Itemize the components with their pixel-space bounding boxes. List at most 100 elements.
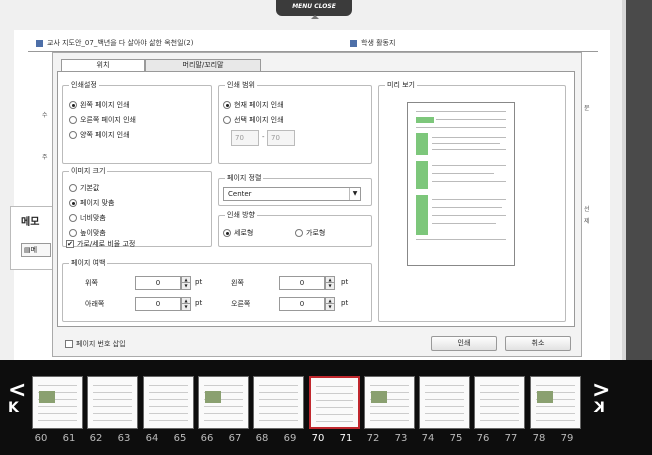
print-button[interactable]: 인쇄 bbox=[431, 336, 497, 351]
page-thumbnail[interactable] bbox=[530, 376, 581, 429]
background-side-mark: 선 bbox=[584, 206, 590, 213]
page-thumbnail[interactable] bbox=[474, 376, 525, 429]
print-range-legend: 인쇄 범위 bbox=[225, 80, 257, 90]
chevron-down-icon[interactable]: ▼ bbox=[349, 188, 360, 200]
cancel-button[interactable]: 취소 bbox=[505, 336, 571, 351]
radio-label: 선택 페이지 인쇄 bbox=[234, 116, 284, 124]
radio-label: 세로형 bbox=[234, 229, 254, 237]
radio-left-page[interactable]: 왼쪽 페이지 인쇄 bbox=[69, 100, 130, 110]
tab-position[interactable]: 위치 bbox=[61, 59, 145, 71]
preview-line bbox=[432, 173, 494, 174]
background-side-mark: 주 bbox=[42, 154, 48, 161]
thumbnail-line bbox=[93, 420, 132, 421]
page-thumbnail[interactable] bbox=[309, 376, 360, 429]
radio-button[interactable] bbox=[223, 229, 231, 237]
margin-right-unit: pt bbox=[341, 299, 349, 307]
radio-selected-pages[interactable]: 선택 페이지 인쇄 bbox=[223, 115, 284, 125]
orientation-legend: 인쇄 방향 bbox=[225, 210, 257, 220]
radio-current-page[interactable]: 현재 페이지 인쇄 bbox=[223, 100, 284, 110]
keep-ratio-checkbox[interactable]: ✔ 가로/세로 비율 고정 bbox=[66, 239, 135, 249]
preview-line bbox=[432, 137, 506, 138]
preview-line bbox=[432, 223, 496, 224]
stepper-down-icon[interactable]: ▼ bbox=[326, 304, 334, 310]
thumbnail-line bbox=[316, 421, 353, 422]
stepper-down-icon[interactable]: ▼ bbox=[182, 304, 190, 310]
page-thumbnail[interactable] bbox=[364, 376, 415, 429]
margin-top-stepper[interactable]: ▲ ▼ bbox=[181, 276, 191, 290]
page-align-select[interactable]: Center ▼ bbox=[223, 187, 361, 201]
radio-fit-width[interactable]: 너비맞춤 bbox=[69, 213, 106, 223]
radio-label: 왼쪽 페이지 인쇄 bbox=[80, 101, 130, 109]
radio-button[interactable] bbox=[69, 184, 77, 192]
thumbnail-bar: < K > K 60 61 62 63 64 65 66 67 68 69 70 71 72 73 74 75… bbox=[0, 360, 652, 455]
thumbnail-line bbox=[149, 385, 188, 386]
page-number-right: 65 bbox=[173, 433, 187, 444]
radio-button[interactable] bbox=[69, 131, 77, 139]
margin-bottom-unit: pt bbox=[195, 299, 203, 307]
thumbnail-line bbox=[370, 413, 409, 414]
thumbnail-line bbox=[93, 413, 132, 414]
orientation-group: 인쇄 방향 세로형 가로형 bbox=[218, 210, 372, 247]
page-thumbnail[interactable] bbox=[32, 376, 83, 429]
radio-button[interactable] bbox=[223, 116, 231, 124]
radio-both-pages[interactable]: 양쪽 페이지 인쇄 bbox=[69, 130, 130, 140]
page-thumbnail[interactable] bbox=[198, 376, 249, 429]
margin-bottom-stepper[interactable]: ▲ ▼ bbox=[181, 297, 191, 311]
radio-fit-height[interactable]: 높이맞춤 bbox=[69, 228, 106, 238]
preview-line bbox=[432, 143, 500, 144]
range-to-input[interactable]: 70 bbox=[267, 130, 295, 146]
margin-bottom-input[interactable]: 0 bbox=[135, 297, 181, 311]
tab-header-footer[interactable]: 머리말/꼬리말 bbox=[145, 59, 261, 71]
thumbnail-line bbox=[480, 406, 519, 407]
margin-top-input[interactable]: 0 bbox=[135, 276, 181, 290]
page-number-right: 73 bbox=[394, 433, 408, 444]
radio-button[interactable] bbox=[69, 199, 77, 207]
radio-landscape[interactable]: 가로형 bbox=[295, 228, 325, 238]
thumbnail-image bbox=[371, 391, 387, 403]
last-page-icon[interactable]: K bbox=[594, 400, 605, 416]
page-thumbnail[interactable] bbox=[87, 376, 138, 429]
page-thumbnail[interactable] bbox=[253, 376, 304, 429]
radio-label: 기본값 bbox=[80, 184, 100, 192]
radio-right-page[interactable]: 오른쪽 페이지 인쇄 bbox=[69, 115, 136, 125]
thumbnail-line bbox=[38, 406, 77, 407]
menu-close-button[interactable]: MENU CLOSE bbox=[276, 0, 352, 16]
radio-button[interactable] bbox=[69, 116, 77, 124]
page-number-right: 71 bbox=[339, 433, 353, 444]
radio-button[interactable] bbox=[69, 214, 77, 222]
thumbnail-line bbox=[536, 413, 575, 414]
range-separator: - bbox=[262, 133, 265, 141]
page-margin-group: 페이지 여백 위쪽 0 ▲ ▼ pt 왼쪽 0 ▲ ▼ pt 아래쪽 0 ▲ ▼… bbox=[62, 258, 372, 322]
page-thumbnail[interactable] bbox=[419, 376, 470, 429]
radio-button[interactable] bbox=[69, 101, 77, 109]
thumbnail-line bbox=[149, 399, 188, 400]
margin-left-unit: pt bbox=[341, 278, 349, 286]
first-page-icon[interactable]: K bbox=[8, 400, 19, 416]
preview-green-block bbox=[416, 195, 428, 235]
radio-size-default[interactable]: 기본값 bbox=[69, 183, 99, 193]
range-from-input[interactable]: 70 bbox=[231, 130, 259, 146]
preview-line bbox=[432, 165, 506, 166]
radio-fit-page[interactable]: 페이지 맞춤 bbox=[69, 198, 114, 208]
margin-left-stepper[interactable]: ▲ ▼ bbox=[325, 276, 335, 290]
page-number-left: 76 bbox=[476, 433, 490, 444]
margin-right-stepper[interactable]: ▲ ▼ bbox=[325, 297, 335, 311]
thumbnail-line bbox=[259, 392, 298, 393]
thumbnail-line bbox=[204, 420, 243, 421]
page-number-checkbox[interactable]: 페이지 번호 삽입 bbox=[65, 339, 126, 349]
checkbox-box[interactable] bbox=[65, 340, 73, 348]
preview-line bbox=[432, 199, 506, 200]
margin-left-input[interactable]: 0 bbox=[279, 276, 325, 290]
thumbnail-line bbox=[480, 413, 519, 414]
page-thumbnail[interactable] bbox=[143, 376, 194, 429]
radio-button[interactable] bbox=[223, 101, 231, 109]
radio-button[interactable] bbox=[69, 229, 77, 237]
check-icon[interactable]: ✔ bbox=[66, 240, 74, 248]
margin-right-input[interactable]: 0 bbox=[279, 297, 325, 311]
memo-button[interactable]: ▤메 bbox=[21, 243, 51, 257]
radio-button[interactable] bbox=[295, 229, 303, 237]
stepper-down-icon[interactable]: ▼ bbox=[182, 283, 190, 289]
stepper-down-icon[interactable]: ▼ bbox=[326, 283, 334, 289]
dialog-panel: 인쇄설정 왼쪽 페이지 인쇄 오른쪽 페이지 인쇄 양쪽 페이지 인쇄 인쇄 범… bbox=[57, 71, 575, 327]
radio-portrait[interactable]: 세로형 bbox=[223, 228, 253, 238]
